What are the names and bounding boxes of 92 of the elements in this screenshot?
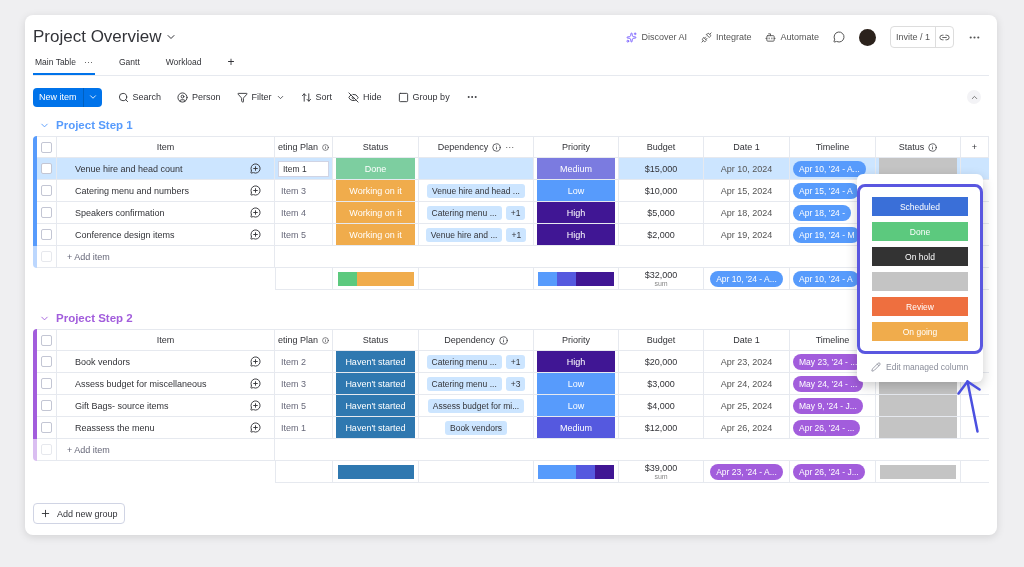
priority-label[interactable]: High [537,202,615,223]
item-name[interactable]: Speakers confirmation [57,202,236,224]
invite-button[interactable]: Invite / 1 [890,27,936,47]
status-label[interactable]: Haven't started [336,417,415,438]
add-view-button[interactable]: + [225,51,237,75]
date-cell: Apr 26, 2024 [704,417,790,439]
plan-text: Item 3 [280,185,306,196]
status-label[interactable]: Haven't started [336,395,415,416]
column-header[interactable]: Item [57,329,275,351]
toolbar-button[interactable]: Person [177,91,221,103]
toolbar-button[interactable]: Hide [348,91,382,103]
dependency-chip[interactable]: Catering menu ... [426,376,502,391]
budget-cell: $3,000 [619,373,704,395]
dependency-chip[interactable]: Book vendors [445,420,507,435]
budget-cell: $5,000 [619,202,704,224]
add-group-button[interactable]: Add new group [33,503,125,524]
more-count[interactable]: +1 [505,205,526,220]
plan-text: Item 5 [280,400,306,411]
item-name[interactable]: Gift Bags- source items [57,395,236,417]
timeline-chip: Apr 26, '24 - J... [793,463,865,480]
item-name[interactable]: Book vendors [57,351,236,373]
date-cell: Apr 15, 2024 [704,180,790,202]
date-range-chip: Apr 10, '24 - A... [710,270,783,287]
timeline-chip[interactable]: May 9, '24 - J... [793,397,863,414]
dependency-chip[interactable]: Venue hire and ... [425,227,503,242]
view-tab[interactable]: Gantt [116,51,142,75]
priority-label[interactable]: Medium [537,417,615,438]
column-header[interactable]: Date 1 [704,329,790,351]
item-name[interactable]: Reassess the menu [57,417,236,439]
timeline-chip: Apr 10, '24 - A [793,270,859,287]
status-label[interactable]: Haven't started [336,373,415,394]
status-option[interactable]: On hold [872,247,968,266]
plan-text: Item 1 [280,422,306,433]
plan-text: Item 2 [280,356,306,367]
add-item-button[interactable]: + Add item [57,246,275,268]
more-count[interactable]: +1 [506,227,527,242]
header-action[interactable]: Automate [765,31,819,43]
add-item-button[interactable]: + Add item [57,439,275,461]
priority-label[interactable]: Medium [537,158,615,179]
toolbar-button[interactable]: Filter [236,91,285,103]
date-cell: Apr 25, 2024 [704,395,790,417]
budget-cell: $2,000 [619,224,704,246]
column-header[interactable]: Status [876,136,961,158]
date-cell: Apr 19, 2024 [704,224,790,246]
priority-label[interactable]: High [537,351,615,372]
plan-text: Item 4 [280,207,306,218]
view-tab[interactable]: Main Table ··· [33,51,95,75]
dependency-chip[interactable]: Catering menu ... [426,354,502,369]
dependency-chip[interactable]: Assess budget for mi... [427,398,525,413]
priority-label[interactable]: High [537,224,615,245]
more-count[interactable]: +1 [505,354,526,369]
timeline-chip[interactable]: Apr 26, '24 - ... [793,419,861,436]
date-cell: Apr 10, 2024 [704,158,790,180]
board-title: Project Overview [33,27,162,47]
dependency-chip[interactable]: Catering menu ... [426,205,502,220]
toolbar-button[interactable]: Group by [397,91,450,103]
budget-sum: $39,000 [644,463,678,473]
column-header[interactable]: Dependency ··· [419,136,534,158]
budget-cell: $12,000 [619,417,704,439]
column-header[interactable]: Dependency [419,329,534,351]
header-action[interactable]: Integrate [700,31,752,43]
column-header[interactable]: eting Plan [275,329,333,351]
item-name[interactable]: Venue hire and head count [57,158,236,180]
budget-cell: $10,000 [619,180,704,202]
budget-cell: $4,000 [619,395,704,417]
toolbar-button[interactable]: Search [117,91,162,103]
date-cell: Apr 18, 2024 [704,202,790,224]
item-name[interactable]: Catering menu and numbers [57,180,236,202]
more-icon[interactable]: ··· [505,142,515,152]
dependency-chip[interactable]: Venue hire and head ... [427,183,525,198]
status-label[interactable]: Haven't started [336,351,415,372]
group-title: Project Step 2 [56,312,133,324]
status-option[interactable]: Scheduled [872,197,968,216]
budget-cell: $20,000 [619,351,704,373]
budget-sum: $32,000 [644,270,678,280]
more-count[interactable]: +3 [505,376,526,391]
group-title: Project Step 1 [56,119,133,131]
date-cell: Apr 24, 2024 [704,373,790,395]
toolbar-button[interactable]: Sort [300,91,333,103]
column-header[interactable]: Item [57,136,275,158]
plan-text: Item 5 [280,229,306,240]
item-name[interactable]: Assess budget for miscellaneous [57,373,236,395]
budget-cell: $15,000 [619,158,704,180]
column-header[interactable]: Budget [619,329,704,351]
date-range-chip: Apr 23, '24 - A... [710,463,783,480]
plan-text: Item 3 [280,378,306,389]
date-cell: Apr 23, 2024 [704,351,790,373]
header-action[interactable]: Discover AI [626,31,687,43]
item-name[interactable]: Conference design items [57,224,236,246]
view-tab[interactable]: Workload [163,51,204,75]
input-field[interactable]: Item 1 [278,160,329,177]
timeline-chip[interactable]: May 24, '24 - ... [793,375,864,392]
